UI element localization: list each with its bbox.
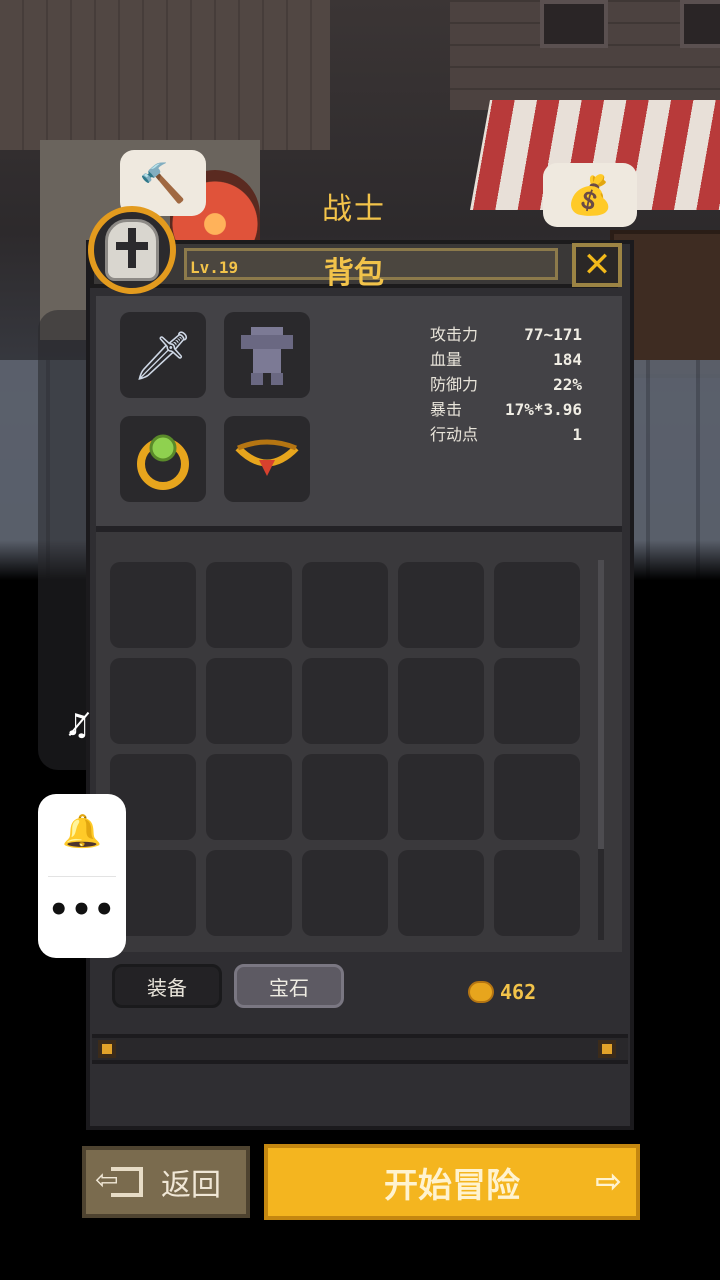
scrollbar-thumb[interactable] <box>598 560 604 849</box>
stat-label: 暴击 <box>430 400 463 419</box>
divider <box>48 876 116 877</box>
inventory-slot[interactable] <box>494 562 580 648</box>
start-adventure-button[interactable]: 开始冒险 ⇨ <box>264 1144 640 1220</box>
inventory-slot[interactable] <box>398 658 484 744</box>
inventory-slot[interactable] <box>398 562 484 648</box>
stat-attack: 攻击力 77~171 <box>430 322 582 347</box>
stat-value: 1 <box>572 425 582 444</box>
equip-slot-necklace[interactable] <box>224 416 310 502</box>
gold-coin-icon <box>468 981 494 1003</box>
back-button-label: 返回 <box>161 1168 221 1203</box>
rivet <box>598 1040 616 1058</box>
tab-gems[interactable]: 宝石 <box>234 964 344 1008</box>
inventory-slot[interactable] <box>494 850 580 936</box>
vibrate-bell-icon[interactable]: 🔔 <box>38 812 126 850</box>
start-button-label: 开始冒险 <box>384 1165 520 1206</box>
more-icon[interactable]: ••• <box>38 890 126 930</box>
stat-label: 行动点 <box>430 425 479 444</box>
necklace-icon <box>235 439 299 476</box>
inventory-slot[interactable] <box>110 658 196 744</box>
inventory-slot[interactable] <box>398 850 484 936</box>
stat-defense: 防御力 22% <box>430 372 582 397</box>
back-button[interactable]: 返回 <box>82 1146 250 1218</box>
stat-value: 22% <box>553 375 582 394</box>
stat-hp: 血量 184 <box>430 347 582 372</box>
tab-equipment[interactable]: 装备 <box>112 964 222 1008</box>
side-menu: 🔔 ••• <box>38 794 126 958</box>
inventory-slot[interactable] <box>494 754 580 840</box>
stat-value: 77~171 <box>524 325 582 344</box>
inventory-slot[interactable] <box>206 562 292 648</box>
equip-slot-ring[interactable] <box>120 416 206 502</box>
hammer-icon: 🔨 <box>139 160 187 205</box>
money-bag-icon: 💰 <box>566 172 614 217</box>
ring-icon <box>137 434 189 490</box>
inventory-slot[interactable] <box>206 850 292 936</box>
music-off-icon[interactable]: ♫̸ <box>64 708 91 743</box>
inventory-slot[interactable] <box>398 754 484 840</box>
stat-label: 血量 <box>430 350 463 369</box>
hero-level: Lv.19 <box>190 258 239 277</box>
stat-action-points: 行动点 1 <box>430 422 582 447</box>
hero-class-name: 战士 <box>322 192 386 227</box>
stat-value: 17%*3.96 <box>504 400 582 419</box>
inventory-slot[interactable] <box>302 658 388 744</box>
close-button[interactable]: ✕ <box>572 243 622 287</box>
inventory-slot[interactable] <box>302 562 388 648</box>
gold-amount: 462 <box>500 980 537 1004</box>
inventory-slot[interactable] <box>302 754 388 840</box>
inventory-slot[interactable] <box>206 658 292 744</box>
stat-value: 184 <box>553 350 582 369</box>
window <box>540 0 608 48</box>
equip-slot-armor[interactable] <box>224 312 310 398</box>
sword-icon: 🗡 <box>132 327 194 384</box>
hero-avatar[interactable] <box>88 206 176 294</box>
stat-crit: 暴击 17%*3.96 <box>430 397 582 422</box>
stat-label: 防御力 <box>430 375 479 394</box>
stat-label: 攻击力 <box>430 325 479 344</box>
armor-icon <box>241 327 293 385</box>
window <box>680 0 720 48</box>
panel-bottom-rail <box>92 1034 628 1064</box>
inventory-scrollbar[interactable] <box>598 560 604 940</box>
inventory-slot[interactable] <box>494 658 580 744</box>
roof <box>0 0 330 150</box>
inventory-grid <box>110 562 580 936</box>
gold-counter: 462 <box>468 980 536 1004</box>
hero-stats: 攻击力 77~171 血量 184 防御力 22% 暴击 17%*3.96 行动… <box>430 322 582 447</box>
inventory-slot[interactable] <box>206 754 292 840</box>
close-icon: ✕ <box>582 245 612 285</box>
inventory-slot[interactable] <box>302 850 388 936</box>
exit-arrow-icon: ⇨ <box>595 1162 622 1200</box>
equip-slot-weapon[interactable]: 🗡 <box>120 312 206 398</box>
exit-back-icon <box>95 1163 143 1197</box>
inventory-slot[interactable] <box>110 562 196 648</box>
shop-bag-bubble[interactable]: 💰 <box>543 163 637 227</box>
rivet <box>98 1040 116 1058</box>
knight-helmet-icon <box>105 219 159 281</box>
